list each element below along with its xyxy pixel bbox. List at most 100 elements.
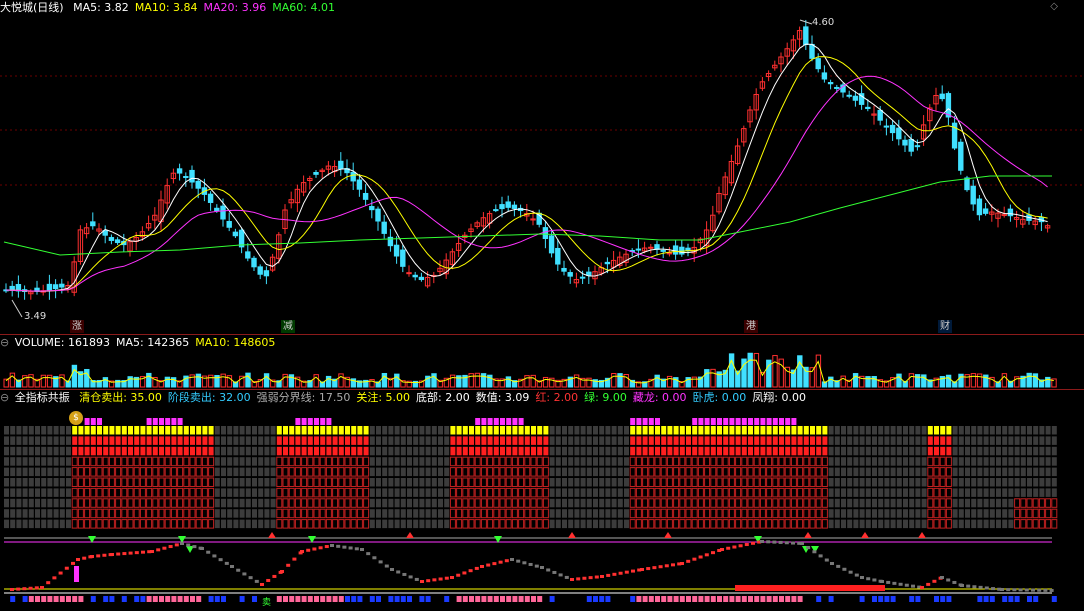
indicator-block bbox=[611, 509, 617, 518]
event-tag-hk[interactable]: 港 bbox=[744, 320, 758, 333]
indicator-block bbox=[996, 509, 1001, 518]
indicator-block bbox=[890, 509, 896, 518]
value-step bbox=[926, 582, 931, 586]
indicator-block bbox=[865, 446, 871, 456]
indicator-block bbox=[692, 446, 698, 456]
indicator-block bbox=[108, 467, 115, 477]
indicator-block bbox=[227, 498, 233, 508]
indicator-block bbox=[629, 487, 636, 498]
indicator-block bbox=[369, 436, 375, 445]
indicator-block bbox=[704, 467, 711, 477]
indicator-block bbox=[1027, 426, 1032, 435]
indicator-block bbox=[264, 457, 270, 466]
indicator-block bbox=[270, 519, 276, 529]
indicator-block bbox=[66, 436, 71, 445]
indicator-block bbox=[927, 456, 934, 467]
indicator-block bbox=[53, 519, 59, 529]
indicator-block bbox=[350, 467, 357, 477]
indicator-block bbox=[1014, 446, 1020, 456]
indicator-block bbox=[939, 467, 946, 477]
indicator-block bbox=[369, 446, 375, 456]
volume-bar bbox=[468, 373, 474, 388]
indicator-block bbox=[921, 478, 927, 487]
indicator-block bbox=[183, 519, 190, 529]
indicator-block bbox=[288, 487, 295, 498]
indicator-block bbox=[245, 498, 251, 508]
indicator-block bbox=[903, 467, 908, 477]
volume-chart[interactable] bbox=[0, 335, 1084, 390]
indicator-block bbox=[766, 519, 773, 529]
bottom-marker bbox=[1027, 596, 1032, 602]
indicator-block bbox=[983, 509, 989, 518]
indicator-block bbox=[66, 509, 71, 518]
indicator-top-block bbox=[785, 418, 791, 425]
indicator-block bbox=[294, 467, 301, 477]
value-step bbox=[866, 577, 871, 581]
indicator-block bbox=[872, 467, 877, 477]
indicator-block bbox=[201, 498, 208, 508]
bottom-marker bbox=[593, 596, 598, 602]
value-step bbox=[324, 545, 329, 549]
indicator-block bbox=[952, 446, 958, 456]
indicator-block bbox=[1002, 426, 1008, 435]
indicator-block bbox=[511, 498, 518, 508]
value-step bbox=[396, 570, 401, 574]
indicator-block bbox=[115, 456, 122, 467]
event-tag-reduce[interactable]: 减 bbox=[281, 320, 295, 333]
indicator-block bbox=[599, 498, 605, 508]
indicator-block bbox=[474, 456, 481, 467]
indicator-block bbox=[784, 467, 791, 477]
indicator-block bbox=[456, 487, 463, 498]
indicator-block bbox=[624, 478, 629, 487]
indicator-block bbox=[4, 457, 9, 466]
indicator-block bbox=[449, 487, 456, 498]
indicator-block bbox=[679, 456, 686, 467]
candle-body bbox=[648, 246, 654, 249]
indicator-block bbox=[133, 508, 140, 519]
indicator-block bbox=[971, 509, 977, 518]
bottom-marker bbox=[741, 596, 747, 602]
bottom-marker bbox=[320, 596, 326, 602]
indicator-block bbox=[294, 487, 301, 498]
indicator-block bbox=[555, 478, 561, 487]
indicator-block bbox=[90, 477, 97, 487]
indicator-block bbox=[165, 426, 171, 435]
indicator-block bbox=[413, 498, 419, 508]
indicator-block bbox=[351, 436, 357, 445]
value-step bbox=[450, 576, 454, 579]
indicator-block bbox=[283, 436, 288, 445]
indicator-block bbox=[121, 508, 128, 519]
event-tag-rise[interactable]: 涨 bbox=[70, 320, 84, 333]
event-tag-finance[interactable]: 财 bbox=[938, 320, 952, 333]
volume-bar bbox=[704, 369, 710, 388]
candlestick-chart[interactable] bbox=[0, 0, 1084, 335]
value-step bbox=[546, 568, 551, 572]
indicator-block bbox=[903, 498, 908, 508]
bottom-marker bbox=[72, 596, 78, 602]
volume-pane[interactable] bbox=[0, 335, 1084, 390]
indicator-block bbox=[90, 456, 97, 467]
value-step bbox=[652, 566, 657, 570]
bottom-marker bbox=[698, 596, 704, 602]
indicator-block bbox=[1020, 519, 1027, 529]
indicator-block bbox=[673, 456, 680, 467]
indicator-block bbox=[1014, 426, 1020, 435]
indicator-block bbox=[735, 498, 742, 508]
indicator-block bbox=[847, 478, 853, 487]
price-pane[interactable]: 4.60 3.49 涨 减 港 财 bbox=[0, 0, 1084, 335]
indicator-block bbox=[686, 436, 691, 445]
indicator-block bbox=[803, 426, 809, 435]
candle-body bbox=[548, 235, 555, 254]
indicator-block bbox=[772, 477, 779, 487]
candle-body bbox=[418, 276, 425, 281]
indicator-block bbox=[35, 498, 40, 508]
indicator-block bbox=[983, 519, 989, 529]
indicator-block bbox=[698, 426, 704, 435]
indicator-block bbox=[971, 446, 977, 456]
indicator-pane[interactable]: $ 卖 bbox=[0, 390, 1084, 611]
indicator-block bbox=[859, 519, 865, 529]
indicator-block bbox=[10, 426, 16, 435]
indicator-chart[interactable] bbox=[0, 390, 1084, 611]
indicator-block bbox=[84, 467, 91, 477]
indicator-block bbox=[499, 456, 506, 467]
